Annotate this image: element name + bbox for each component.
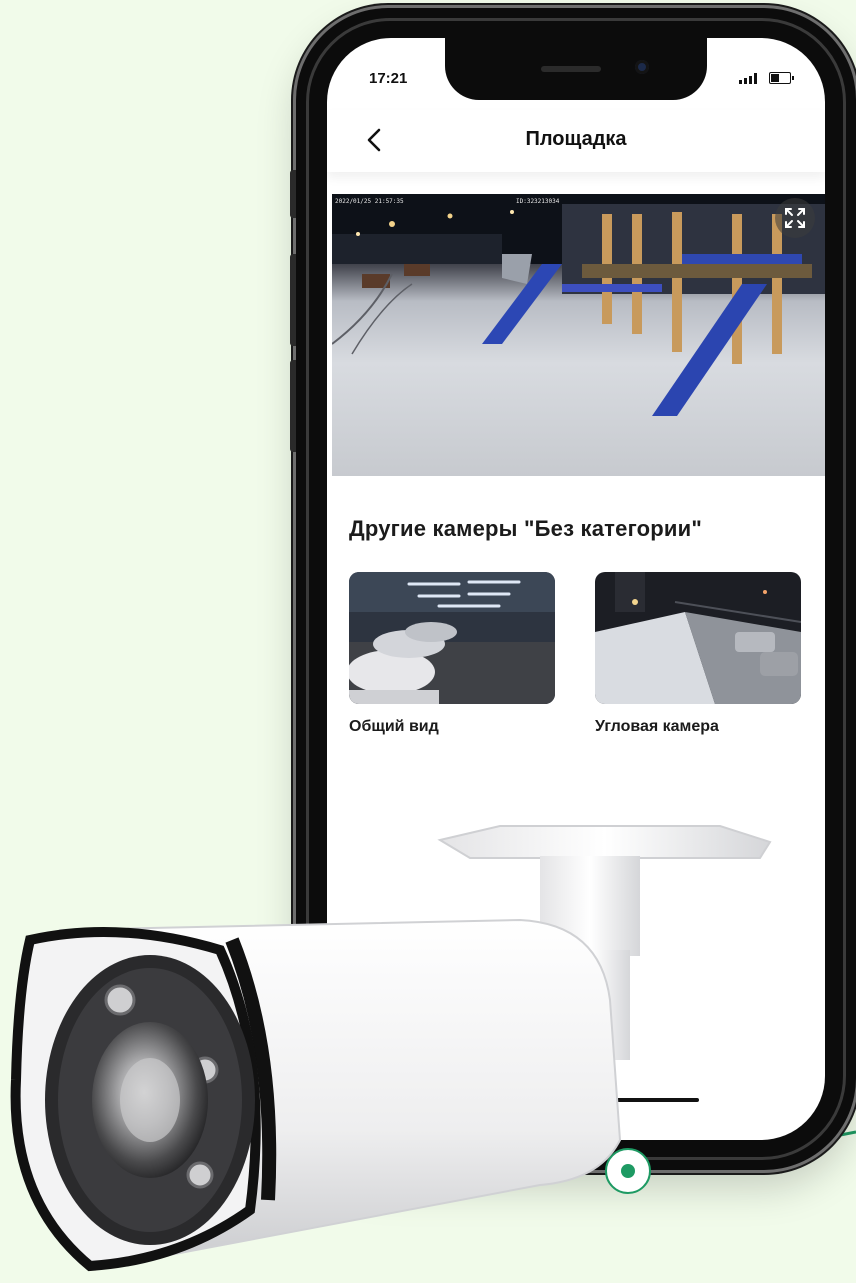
callout-pointer-dot [605,1148,651,1194]
bullet-camera-product-image [10,825,772,1272]
promo-stage: 17:21 Площадка 2022/01/25 21:57:35 ID:32… [0,0,856,1283]
